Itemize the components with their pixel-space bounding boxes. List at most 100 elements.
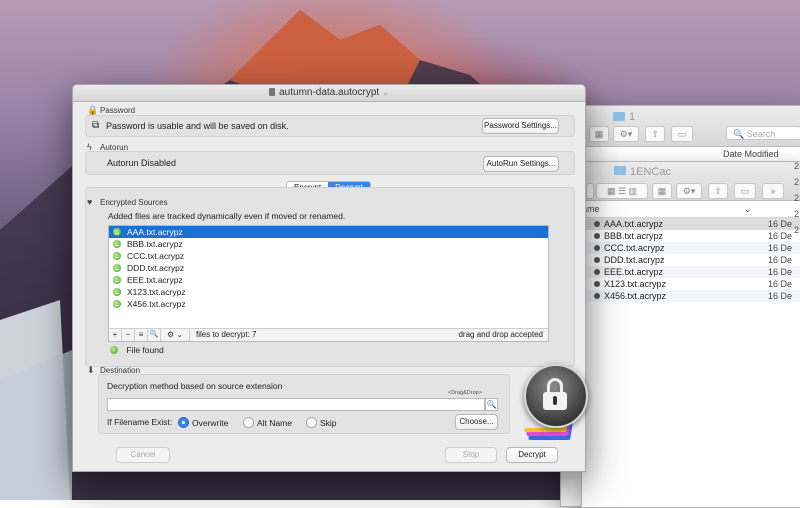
status-ok-icon xyxy=(113,288,121,296)
finder-file-name: BBB.txt.acrypz xyxy=(604,231,664,241)
list-item[interactable]: X456.txt.acrypz xyxy=(109,298,548,310)
share-button[interactable]: ⇧ xyxy=(645,126,665,142)
autocrypt-window[interactable]: autumn-data.autocrypt ⌄ 🔒 Password ⧉ Passw… xyxy=(72,84,586,472)
list-item[interactable]: DDD.txt.acrypz xyxy=(109,262,548,274)
status-ok-icon xyxy=(113,276,121,284)
finder-row[interactable]: BBB.txt.acrypz 16 De xyxy=(582,230,800,242)
finder-back-value: 2 xyxy=(793,177,799,187)
status-ok-icon xyxy=(110,346,118,354)
finder-row[interactable]: DDD.txt.acrypz 16 De xyxy=(582,254,800,266)
file-icon xyxy=(594,221,600,227)
finder-back-value: 2 xyxy=(793,209,799,219)
toolbar-overflow-button[interactable]: » xyxy=(762,183,784,199)
radio-overwrite[interactable]: Overwrite xyxy=(178,417,228,428)
finder-column-header[interactable]: Date Modified xyxy=(561,147,800,162)
file-icon xyxy=(594,269,600,275)
remove-button[interactable]: − xyxy=(122,329,135,341)
cancel-button[interactable]: Cancel xyxy=(116,447,170,463)
file-name: DDD.txt.acrypz xyxy=(127,263,185,273)
share-button[interactable]: ⇧ xyxy=(708,183,728,199)
decryption-method-label: Decryption method based on source extens… xyxy=(107,381,283,391)
file-icon xyxy=(594,257,600,263)
action-gear-button[interactable]: ⚙▾ xyxy=(613,126,639,142)
window-title: autumn-data.autocrypt xyxy=(279,87,380,98)
gear-icon[interactable]: ⚙ ⌄ xyxy=(161,329,190,341)
list-item[interactable]: BBB.txt.acrypz xyxy=(109,238,548,250)
finder-file-name: CCC.txt.acrypz xyxy=(604,243,665,253)
autorun-settings-button[interactable]: AutoRun Settings... xyxy=(483,156,559,172)
padlock-icon[interactable] xyxy=(524,364,588,428)
sources-note: Added files are tracked dynamically even… xyxy=(108,211,346,221)
finder-file-name: DDD.txt.acrypz xyxy=(604,255,665,265)
date-modified-header[interactable]: Date Modified xyxy=(723,149,779,159)
password-status: Password is usable and will be saved on … xyxy=(106,121,289,131)
view-mode-control[interactable]: ▦ ☰ ▥ xyxy=(596,183,648,199)
file-name: EEE.txt.acrypz xyxy=(127,275,183,285)
finder-file-name: EEE.txt.acrypz xyxy=(604,267,664,277)
status-ok-icon xyxy=(113,240,121,248)
radio-alt-name[interactable]: Alt Name xyxy=(243,417,292,428)
status-ok-icon xyxy=(113,252,121,260)
chevron-down-icon[interactable]: ⌄ xyxy=(382,88,389,97)
file-name: CCC.txt.acrypz xyxy=(127,251,185,261)
autorun-status: Autorun Disabled xyxy=(107,158,177,168)
add-button[interactable]: + xyxy=(109,329,122,341)
finder-toolbar: 1 ▦ ⚙▾ ⇧ ▭ 🔍 Search xyxy=(561,106,800,147)
dragdrop-label: <Drag&Drop> xyxy=(448,390,482,396)
radio-skip[interactable]: Skip xyxy=(306,417,337,428)
arrow-down-icon: ⬇ xyxy=(87,365,95,375)
files-count: files to decrypt: 7 xyxy=(196,330,257,339)
finder-window-back[interactable]: 1 ▦ ⚙▾ ⇧ ▭ 🔍 Search Date Modified 1ENCac… xyxy=(560,105,800,508)
list-item[interactable]: EEE.txt.acrypz xyxy=(109,274,548,286)
finder-file-list[interactable]: AAA.txt.acrypz 16 De BBB.txt.acrypz 16 De CC… xyxy=(582,218,800,302)
file-icon xyxy=(594,245,600,251)
dragdrop-hint: drag and drop accepted xyxy=(458,330,543,339)
encrypted-sources-heading: ♥ Encrypted Sources xyxy=(87,197,168,207)
search-icon[interactable]: 🔍 xyxy=(148,329,161,341)
destination-path-field[interactable] xyxy=(107,398,485,411)
list-item[interactable]: X123.txt.acrypz xyxy=(109,286,548,298)
list-item[interactable]: AAA.txt.acrypz xyxy=(109,226,548,238)
tag-button[interactable]: ▭ xyxy=(671,126,693,142)
finder-file-date: 16 De xyxy=(768,267,793,277)
status-ok-icon xyxy=(113,228,121,236)
finder-row[interactable]: EEE.txt.acrypz 16 De xyxy=(582,266,800,278)
encrypted-files-list[interactable]: AAA.txt.acrypz BBB.txt.acrypz CCC.txt.acry… xyxy=(108,225,549,330)
finder-row[interactable]: AAA.txt.acrypz 16 De xyxy=(582,218,800,230)
file-name: X456.txt.acrypz xyxy=(127,299,186,309)
list-icon[interactable]: ≡ xyxy=(135,329,148,341)
folder-icon xyxy=(614,166,626,175)
status-ok-icon xyxy=(113,300,121,308)
tag-button[interactable]: ▭ xyxy=(734,183,756,199)
finder-title-front: 1ENCac xyxy=(614,166,671,178)
folder-icon xyxy=(613,112,625,121)
window-titlebar: autumn-data.autocrypt ⌄ xyxy=(73,85,585,102)
finder-file-date: 16 De xyxy=(768,291,793,301)
decrypt-button[interactable]: Decrypt xyxy=(506,447,558,463)
stop-button[interactable]: Stop xyxy=(445,447,497,463)
password-settings-button[interactable]: Password Settings... xyxy=(482,118,559,134)
finder-window-front[interactable]: 1ENCac ▦ ☰ ▥ ▦ ⚙▾ ⇧ ▭ » ame ⌄ AAA.txt.ac… xyxy=(581,161,800,508)
list-item[interactable]: CCC.txt.acrypz xyxy=(109,250,548,262)
view-grid-button[interactable]: ▦ xyxy=(589,126,609,142)
finder-back-value: 2 xyxy=(793,161,799,171)
finder-search-input[interactable]: 🔍 Search xyxy=(726,126,800,140)
finder-file-date: 16 De xyxy=(768,219,793,229)
finder-toolbar-front: 1ENCac ▦ ☰ ▥ ▦ ⚙▾ ⇧ ▭ » xyxy=(582,162,800,201)
file-status: File found xyxy=(110,345,164,355)
file-name: BBB.txt.acrypz xyxy=(127,239,183,249)
arrange-button[interactable]: ▦ xyxy=(652,183,672,199)
choose-button[interactable]: Choose... xyxy=(455,414,498,430)
search-icon[interactable]: 🔍 xyxy=(485,398,498,411)
finder-file-name: X456.txt.acrypz xyxy=(604,291,667,301)
list-toolbar: + − ≡ 🔍 ⚙ ⌄ files to decrypt: 7 drag and… xyxy=(108,328,549,342)
finder-file-name: AAA.txt.acrypz xyxy=(604,219,664,229)
finder-row[interactable]: X456.txt.acrypz 16 De xyxy=(582,290,800,302)
finder-front-header[interactable]: ame ⌄ xyxy=(582,201,800,218)
status-ok-icon xyxy=(113,264,121,272)
finder-row[interactable]: CCC.txt.acrypz 16 De xyxy=(582,242,800,254)
nav-back-button[interactable] xyxy=(586,183,594,199)
action-gear-button[interactable]: ⚙▾ xyxy=(676,183,702,199)
finder-row[interactable]: X123.txt.acrypz 16 De xyxy=(582,278,800,290)
finder-file-date: 16 De xyxy=(768,255,793,265)
